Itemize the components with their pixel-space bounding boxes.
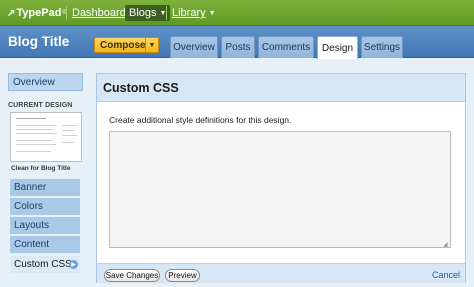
current-design-name: Clean for Blog Title [11, 165, 71, 172]
thumbnail-line [62, 135, 77, 136]
current-design-label: CURRENT DESIGN [8, 102, 73, 109]
blogs-menu-label: Blogs [129, 7, 157, 19]
typepad-logo-icon: ↗ [7, 7, 16, 19]
typepad-brand-text: TypePad [16, 7, 62, 19]
tab-design[interactable]: Design [317, 36, 358, 59]
compose-dropdown-caret-icon[interactable]: ▼ [145, 38, 158, 52]
sidebar-item-banner[interactable]: Banner [10, 179, 80, 197]
arrow-right-circle-icon: ▶ [69, 260, 78, 269]
panel-description: Create additional style definitions for … [109, 115, 292, 125]
tab-posts[interactable]: Posts [221, 36, 255, 58]
preview-button[interactable]: Preview [165, 269, 200, 282]
library-menu[interactable]: Library ▼ [172, 7, 216, 19]
save-changes-button[interactable]: Save Changes [104, 269, 160, 282]
caret-down-icon: ▼ [208, 9, 216, 17]
thumbnail-line [16, 118, 46, 119]
top-nav-divider [166, 6, 167, 20]
custom-css-panel: Custom CSS Create additional style defin… [96, 73, 466, 283]
panel-title: Custom CSS [103, 81, 179, 95]
tab-comments[interactable]: Comments [258, 36, 314, 58]
compose-label: Compose [100, 39, 146, 51]
sidebar-item-layouts[interactable]: Layouts [10, 217, 80, 235]
top-nav-divider [66, 6, 67, 20]
thumbnail-line [16, 129, 54, 130]
thumbnail-line [16, 151, 51, 152]
thumbnail-line [62, 125, 77, 126]
library-menu-label: Library [172, 7, 206, 19]
thumbnail-line [16, 125, 56, 126]
top-nav-bar: ↗ TypePad ® Dashboard Blogs ▼ Library ▼ [0, 0, 474, 26]
blogs-menu[interactable]: Blogs ▼ [125, 5, 171, 21]
typepad-logo[interactable]: ↗ TypePad ® [7, 5, 67, 21]
dashboard-link[interactable]: Dashboard [72, 7, 126, 19]
blog-title: Blog Title [8, 34, 70, 49]
resize-grip-icon[interactable]: ◢ [443, 241, 450, 248]
tab-overview[interactable]: Overview [170, 36, 218, 58]
thumbnail-line [16, 133, 57, 134]
custom-css-textarea[interactable] [109, 131, 451, 248]
sidebar-item-label: Custom CSS [14, 259, 72, 270]
sidebar-item-overview[interactable]: Overview [8, 73, 83, 91]
panel-header: Custom CSS [97, 74, 465, 102]
compose-button[interactable]: Compose ▼ [94, 37, 159, 53]
thumbnail-line [16, 144, 56, 145]
thumbnail-line [62, 130, 75, 131]
thumbnail-line [62, 142, 74, 143]
cancel-link[interactable]: Cancel [432, 270, 460, 280]
tab-settings[interactable]: Settings [361, 36, 403, 58]
thumbnail-line [16, 140, 52, 141]
sidebar-item-colors[interactable]: Colors [10, 198, 80, 216]
sidebar-item-custom-css[interactable]: Custom CSS ▶ [10, 256, 80, 274]
design-thumbnail[interactable] [10, 112, 82, 162]
sidebar-item-content[interactable]: Content [10, 236, 80, 254]
